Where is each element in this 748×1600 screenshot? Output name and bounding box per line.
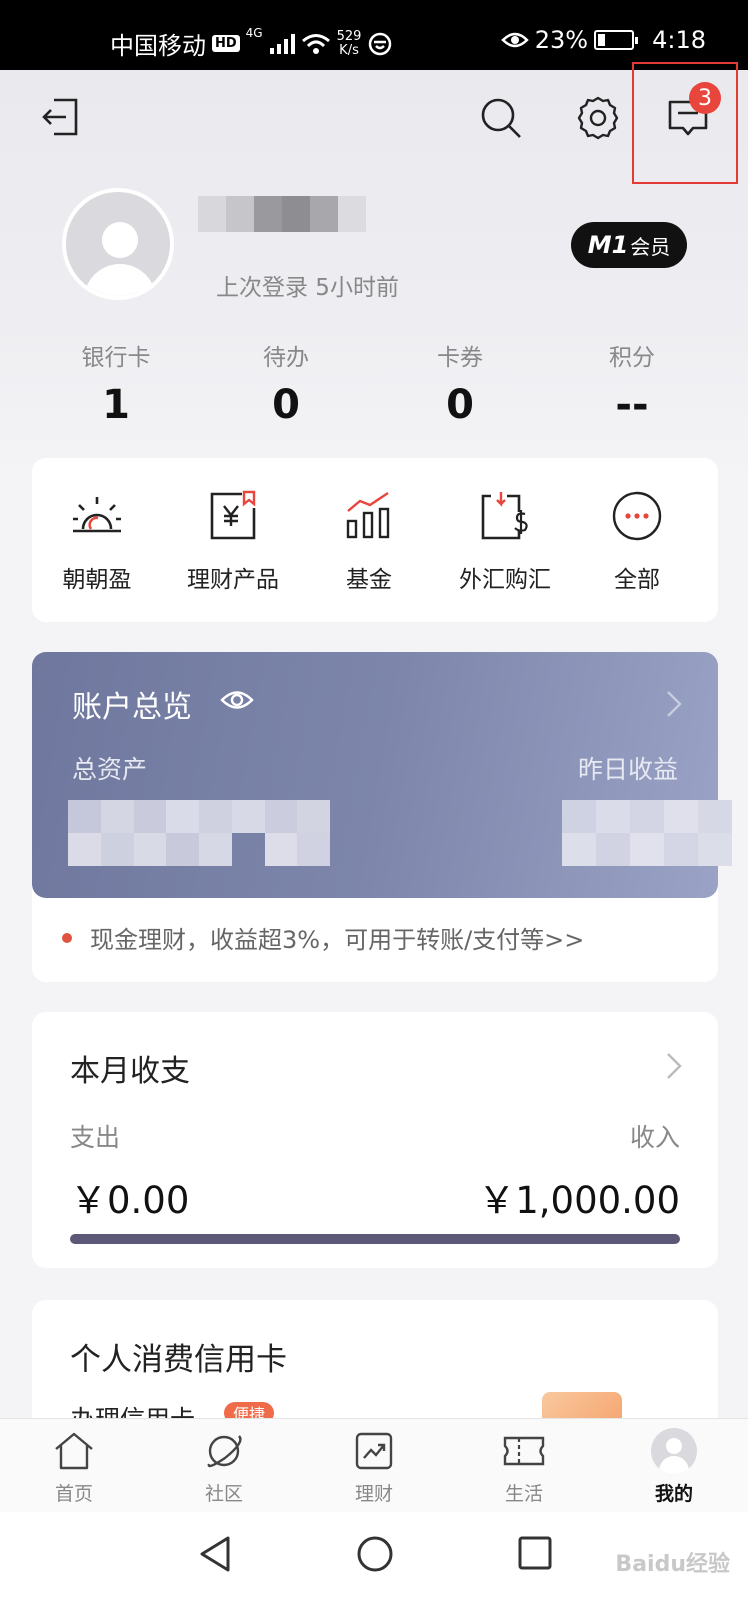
quick-action-forex[interactable]: 外汇购汇 — [440, 488, 570, 594]
search-icon — [481, 98, 521, 138]
cash-management-promo[interactable]: 现金理财，收益超3%，可用于转账/支付等>> — [62, 920, 584, 955]
tab-community[interactable]: 社区 — [174, 1429, 274, 1506]
member-badge[interactable]: M1 会员 — [571, 222, 687, 268]
promo-text: 现金理财，收益超3%，可用于转账/支付等>> — [90, 926, 585, 954]
signal-icon — [269, 33, 295, 54]
tab-mine[interactable]: 我的 — [624, 1428, 724, 1506]
account-overview-panel[interactable]: 账户总览 总资产 昨日收益 — [32, 652, 732, 898]
last-login-text: 上次登录 5小时前 — [216, 275, 399, 301]
total-assets-redacted — [68, 800, 330, 866]
network-type: 4G — [245, 26, 263, 40]
avatar-icon — [651, 1428, 697, 1474]
app-notification-icon — [369, 32, 392, 55]
promo-dot — [62, 932, 72, 943]
notification-badge: 3 — [689, 82, 721, 114]
user-avatar[interactable] — [62, 188, 174, 300]
hd-badge: HD — [212, 35, 240, 52]
account-overview-title: 账户总览 — [72, 690, 192, 725]
network-speed: 529 K/s — [336, 28, 362, 58]
clock: 4:18 — [652, 26, 706, 54]
yesterday-income-label: 昨日收益 — [577, 755, 678, 784]
back-triangle-icon — [200, 1536, 230, 1572]
stat-coupons[interactable]: 卡券 0 — [400, 338, 520, 428]
monthly-chevron[interactable] — [666, 1052, 682, 1084]
quick-actions: 朝朝盈 理财产品 基金 外汇购汇 全部 — [32, 458, 718, 622]
trend-chart-icon — [355, 1432, 393, 1470]
settings-button[interactable] — [572, 92, 624, 144]
currency-exchange-icon — [481, 492, 528, 540]
credit-card-title: 个人消费信用卡 — [70, 1342, 287, 1378]
income-expense-bar — [70, 1234, 680, 1244]
logout-button[interactable] — [36, 92, 86, 142]
wifi-icon — [301, 33, 330, 54]
nav-back-button[interactable] — [196, 1534, 232, 1578]
carrier-name: 中国移动 — [110, 32, 206, 60]
planet-icon — [207, 1435, 242, 1468]
expense-value: ￥0.00 — [70, 1179, 190, 1222]
status-bar: 中国移动 HD 4G 529 K/s 23% 4:18 — [0, 0, 748, 70]
chevron-right-icon — [667, 691, 682, 717]
member-label: 会员 — [630, 234, 671, 259]
income-label: 收入 — [629, 1123, 680, 1152]
quick-action-wealth-products[interactable]: 理财产品 — [168, 488, 298, 594]
monthly-summary-card[interactable]: 本月收支 支出 收入 ￥0.00 ￥1,000.00 — [32, 1012, 718, 1268]
bar-chart-icon — [346, 492, 390, 539]
stat-bank-cards[interactable]: 银行卡 1 — [56, 338, 176, 428]
nav-recents-button[interactable] — [516, 1534, 554, 1576]
income-value: ￥1,000.00 — [478, 1179, 680, 1222]
tab-home[interactable]: 首页 — [24, 1429, 124, 1506]
more-icon — [612, 491, 662, 541]
member-level: M1 — [587, 231, 629, 259]
quick-action-all[interactable]: 全部 — [572, 488, 702, 594]
stat-todo[interactable]: 待办 0 — [226, 338, 346, 428]
account-overview-card: 账户总览 总资产 昨日收益 现金理财，收益超3%，可用于转账/支付等>> — [32, 652, 732, 982]
search-button[interactable] — [475, 92, 527, 144]
sunrise-icon — [73, 497, 121, 533]
home-circle-icon — [357, 1536, 393, 1572]
eye-icon — [220, 691, 254, 709]
watermark: Baidu经验 — [615, 1552, 730, 1577]
eye-comfort-icon — [500, 32, 529, 48]
gear-icon — [577, 96, 619, 140]
username-redacted — [198, 196, 366, 232]
quick-action-zhaozhaoying[interactable]: 朝朝盈 — [32, 488, 162, 594]
home-icon — [55, 1432, 93, 1470]
quick-action-fund[interactable]: 基金 — [304, 488, 434, 594]
battery-icon — [594, 30, 639, 50]
nav-home-button[interactable] — [355, 1534, 395, 1578]
stat-points[interactable]: 积分 -- — [572, 338, 692, 428]
expense-label: 支出 — [70, 1123, 121, 1152]
total-assets-label: 总资产 — [72, 755, 148, 784]
ticket-icon — [503, 1436, 545, 1466]
toggle-visibility-button[interactable] — [220, 688, 254, 716]
account-chevron[interactable] — [666, 690, 682, 722]
battery-percent: 23% — [534, 26, 589, 54]
recents-square-icon — [518, 1536, 552, 1570]
tab-life[interactable]: 生活 — [474, 1429, 574, 1506]
logout-icon — [42, 98, 78, 136]
tab-wealth[interactable]: 理财 — [324, 1429, 424, 1506]
chevron-right-icon — [667, 1053, 682, 1079]
bottom-tab-bar: 首页 社区 理财 生活 我的 — [0, 1418, 748, 1512]
monthly-summary-title: 本月收支 — [70, 1054, 190, 1089]
yesterday-income-redacted — [562, 800, 732, 866]
yuan-document-icon — [210, 490, 256, 540]
